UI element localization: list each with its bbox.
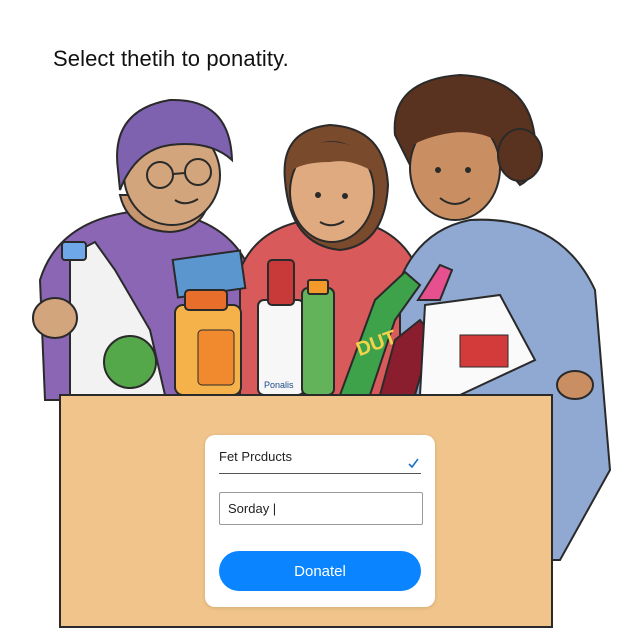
hand-left bbox=[32, 297, 78, 339]
page: Select thetih to ponatity. Ponalis DUT F… bbox=[0, 0, 640, 640]
hand-right bbox=[556, 370, 594, 400]
product-select[interactable]: Fet Prcducts bbox=[219, 447, 421, 474]
donation-form-card: Fet Prcducts Donatel bbox=[205, 435, 435, 607]
carton-label-text: Ponalis bbox=[264, 380, 294, 390]
donate-button[interactable]: Donatel bbox=[219, 551, 421, 591]
checkmark-icon bbox=[408, 458, 419, 469]
product-select-label: Fet Prcducts bbox=[219, 449, 292, 464]
day-input[interactable] bbox=[219, 492, 423, 525]
